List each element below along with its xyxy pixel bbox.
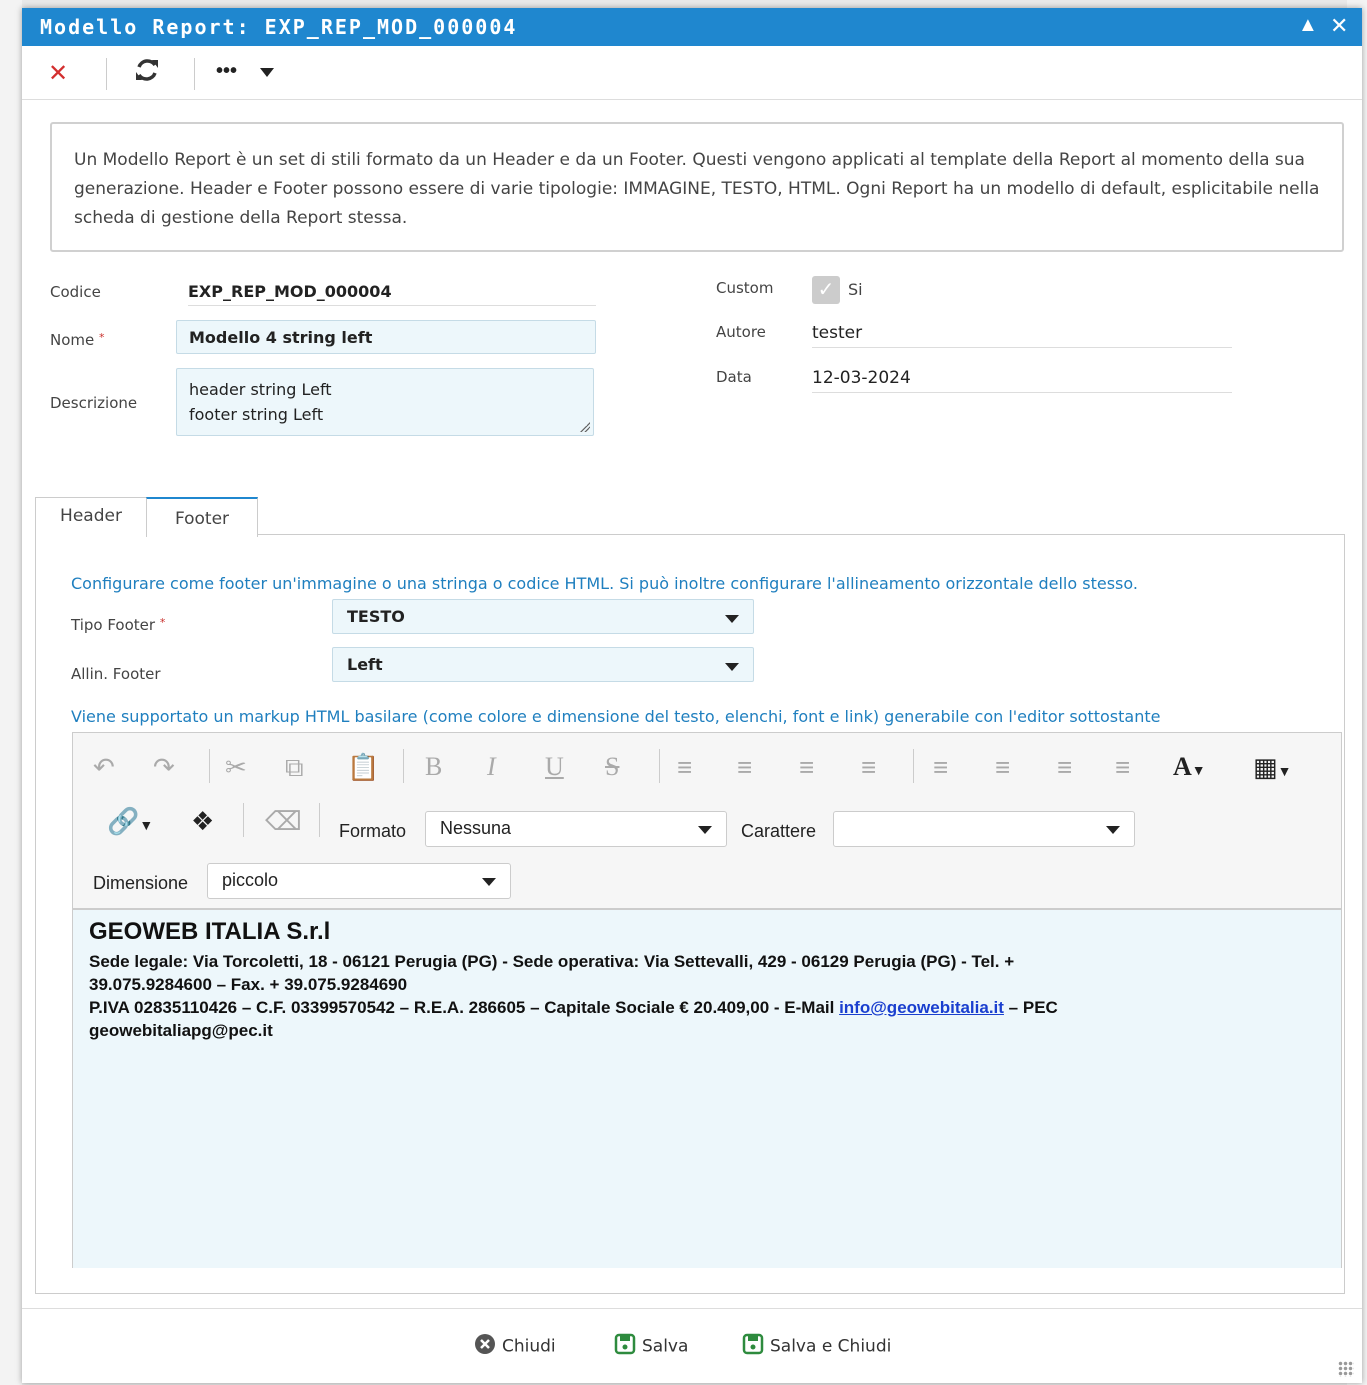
tab-footer[interactable]: Footer — [146, 497, 258, 537]
align-justify-icon[interactable]: ≡ — [1115, 752, 1130, 782]
link-icon[interactable]: 🔗▼ — [107, 806, 153, 840]
info-box: Un Modello Report è un set di stili form… — [50, 122, 1344, 252]
align-left-icon[interactable]: ≡ — [933, 752, 948, 782]
save-icon — [742, 1333, 764, 1360]
align-center-icon[interactable]: ≡ — [1057, 752, 1072, 782]
nome-label: Nome * — [50, 331, 105, 349]
custom-value: Si — [848, 280, 863, 299]
descrizione-textarea[interactable]: header string Left footer string Left — [176, 368, 594, 436]
cancel-icon[interactable]: ✕ — [48, 59, 68, 88]
chevron-down-icon[interactable] — [260, 65, 274, 83]
data-value: 12-03-2024 — [812, 368, 1232, 393]
autore-label: Autore — [716, 323, 766, 341]
email-link[interactable]: info@geowebitalia.it — [839, 998, 1004, 1017]
copy-icon[interactable]: ⧉ — [285, 752, 304, 782]
ordered-list-icon[interactable]: ≡ — [677, 752, 692, 782]
tipo-footer-select[interactable]: TESTO — [332, 599, 754, 634]
window-resize-grip-icon[interactable] — [1338, 1361, 1354, 1377]
editor-content-area[interactable]: GEOWEB ITALIA S.r.l Sede legale: Via Tor… — [73, 908, 1341, 1268]
strikethrough-icon[interactable]: S — [605, 752, 619, 782]
autore-value: tester — [812, 323, 1232, 348]
paste-icon[interactable]: 📋 — [347, 752, 379, 782]
close-circle-icon — [474, 1333, 496, 1360]
undo-icon[interactable]: ↶ — [93, 752, 115, 782]
close-window-icon[interactable]: ✕ — [1330, 13, 1348, 39]
chevron-down-icon — [482, 878, 496, 886]
allin-footer-value: Left — [347, 655, 383, 674]
codice-value: EXP_REP_MOD_000004 — [188, 282, 596, 306]
content-line: P.IVA 02835110426 – C.F. 03399570542 – R… — [89, 998, 1058, 1017]
more-actions-icon[interactable]: ••• — [216, 60, 237, 83]
carattere-label: Carattere — [741, 821, 817, 841]
background-left — [0, 0, 22, 1385]
salva-button[interactable]: Salva — [614, 1333, 688, 1360]
chiudi-button[interactable]: Chiudi — [474, 1333, 556, 1360]
underline-icon[interactable]: U — [545, 752, 564, 782]
save-icon — [614, 1333, 636, 1360]
dimensione-select[interactable]: piccolo — [207, 863, 511, 899]
chevron-down-icon — [725, 615, 739, 623]
footer-bar: Chiudi Salva Salva e Chiudi — [22, 1308, 1362, 1383]
content-line: Sede legale: Via Torcoletti, 18 - 06121 … — [89, 952, 1015, 971]
title-bar: Modello Report: EXP_REP_MOD_000004 ▲ ✕ — [22, 8, 1362, 46]
toolbar: ✕ ••• — [22, 46, 1362, 100]
redo-icon[interactable]: ↷ — [153, 752, 175, 782]
company-name: GEOWEB ITALIA S.r.l — [89, 918, 331, 945]
dimensione-label: Dimensione — [93, 873, 189, 893]
indent-icon[interactable]: ≡ — [799, 752, 814, 782]
tab-header[interactable]: Header — [35, 497, 147, 535]
content-line: 39.075.9284600 – Fax. + 39.075.9284690 — [89, 975, 408, 994]
tipo-footer-value: TESTO — [347, 607, 405, 626]
dimensione-value: piccolo — [222, 870, 279, 890]
outdent-icon[interactable]: ≡ — [861, 752, 876, 782]
salva-e-chiudi-button[interactable]: Salva e Chiudi — [742, 1333, 891, 1360]
cut-icon[interactable]: ✂ — [225, 752, 247, 782]
footer-tab-panel: Configurare come footer un'immagine o un… — [35, 534, 1345, 1294]
custom-checkbox[interactable]: ✓ — [812, 276, 840, 304]
eraser-icon[interactable]: ⌫ — [265, 806, 302, 836]
allin-footer-label: Allin. Footer — [71, 665, 161, 683]
refresh-icon[interactable] — [134, 56, 160, 89]
formato-value: Nessuna — [440, 818, 512, 838]
bold-icon[interactable]: B — [425, 752, 442, 782]
fullscreen-icon[interactable]: ❖ — [191, 806, 214, 836]
chevron-down-icon — [725, 663, 739, 671]
nome-input[interactable]: Modello 4 string left — [176, 320, 596, 354]
table-icon[interactable]: ▦▼ — [1253, 752, 1291, 786]
chevron-down-icon — [1106, 826, 1120, 834]
font-color-icon[interactable]: A▼ — [1173, 752, 1206, 787]
carattere-select[interactable] — [833, 811, 1135, 847]
tipo-footer-label: Tipo Footer * — [71, 616, 166, 634]
formato-label: Formato — [339, 821, 407, 841]
resize-grip-icon[interactable] — [580, 422, 590, 432]
collapse-icon[interactable]: ▲ — [1298, 14, 1318, 37]
descrizione-line: header string Left — [189, 380, 332, 399]
data-label: Data — [716, 368, 752, 386]
allin-footer-select[interactable]: Left — [332, 647, 754, 682]
unordered-list-icon[interactable]: ≡ — [737, 752, 752, 782]
align-right-icon[interactable]: ≡ — [995, 752, 1010, 782]
descrizione-line: footer string Left — [189, 405, 324, 424]
content-line: geowebitaliapg@pec.it — [89, 1021, 273, 1040]
markup-note-text: Viene supportato un markup HTML basilare… — [71, 707, 1161, 726]
codice-label: Codice — [50, 283, 101, 301]
chevron-down-icon — [698, 826, 712, 834]
italic-icon[interactable]: I — [487, 752, 496, 782]
modal-window: Modello Report: EXP_REP_MOD_000004 ▲ ✕ ✕… — [22, 8, 1362, 1383]
custom-label: Custom — [716, 279, 774, 297]
descrizione-label: Descrizione — [50, 394, 138, 412]
formato-select[interactable]: Nessuna — [425, 811, 727, 847]
window-title: Modello Report: EXP_REP_MOD_000004 — [40, 15, 518, 39]
footer-intro-text: Configurare come footer un'immagine o un… — [71, 574, 1138, 593]
rich-text-editor: ↶ ↷ ✂ ⧉ 📋 B I U S ≡ ≡ ≡ ≡ ≡ ≡ ≡ ≡ A▼ ▦▼ … — [72, 732, 1342, 1268]
